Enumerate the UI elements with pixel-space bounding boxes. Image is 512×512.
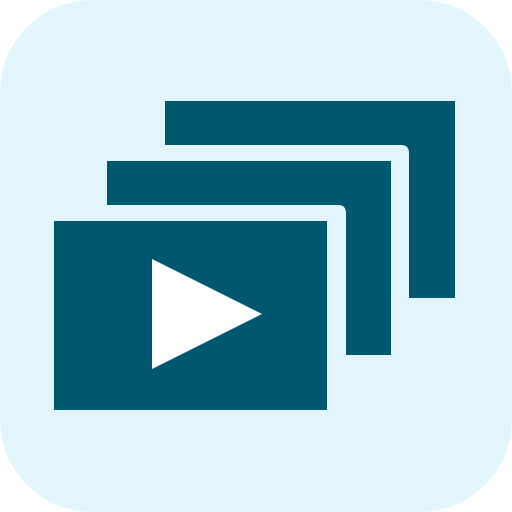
app-icon[interactable] <box>0 0 512 512</box>
video-playlist-icon <box>0 0 512 512</box>
